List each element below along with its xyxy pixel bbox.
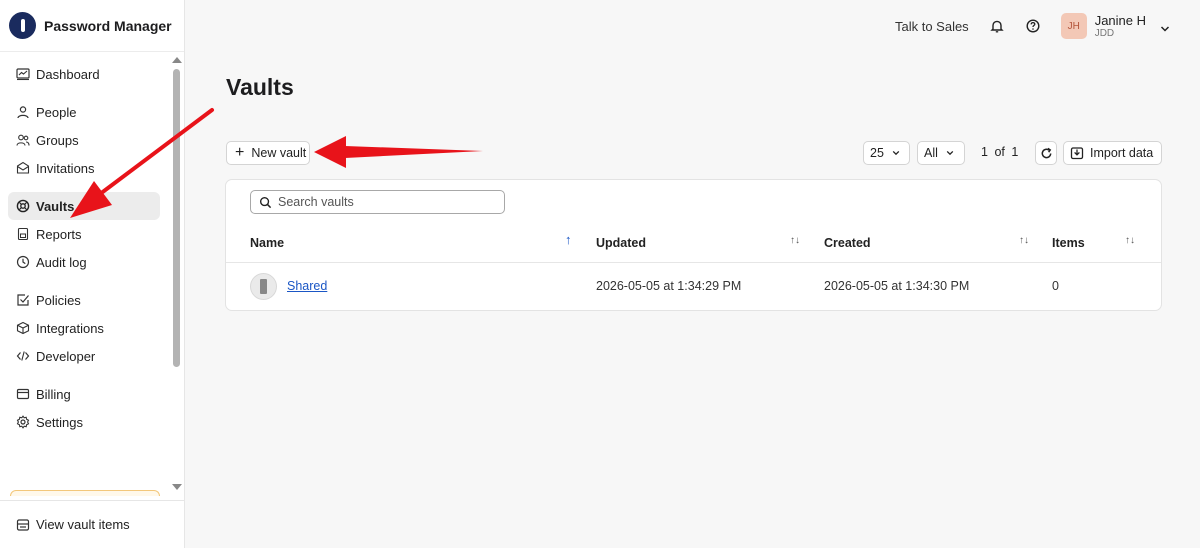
sidebar-item-label: Settings [36, 414, 83, 430]
sidebar-item-reports[interactable]: Reports [8, 220, 160, 248]
annotation-arrow-new-vault [314, 136, 483, 168]
import-data-button[interactable]: Import data [1063, 141, 1162, 165]
pagination: 1 of 1 [981, 145, 1018, 159]
page-title: Vaults [226, 74, 294, 100]
page-size-select[interactable]: 25 [863, 141, 910, 165]
sidebar-item-groups[interactable]: Groups [8, 126, 160, 154]
sidebar-item-people[interactable]: People [8, 98, 160, 126]
view-vault-items-link[interactable]: View vault items [0, 500, 184, 548]
app-name: Password Manager [44, 17, 172, 34]
sidebar-item-audit-log[interactable]: Audit log [8, 248, 160, 276]
sidebar-scrollbar[interactable] [171, 52, 183, 500]
talk-to-sales-link[interactable]: Talk to Sales [895, 19, 969, 34]
sidebar-item-vaults[interactable]: Vaults [8, 192, 160, 220]
chevron-down-icon [892, 150, 900, 156]
column-header-updated[interactable]: Updated [596, 236, 646, 250]
brand[interactable]: Password Manager [0, 0, 184, 52]
user-info[interactable]: Janine H JDD [1095, 13, 1146, 40]
sidebar-item-label: Policies [36, 292, 81, 308]
vault-avatar-icon [250, 273, 277, 300]
vaults-table: Name ↑ Updated ↑↓ Created ↑↓ Items ↑↓ Sh… [225, 179, 1162, 311]
user-org: JDD [1094, 27, 1115, 39]
sidebar-item-dashboard[interactable]: Dashboard [8, 60, 160, 88]
vault-items-icon [16, 518, 30, 531]
sidebar-item-developer[interactable]: Developer [8, 342, 160, 370]
sidebar-item-label: Billing [36, 386, 71, 402]
report-icon [17, 227, 29, 241]
gear-icon [16, 415, 30, 429]
refresh-button[interactable] [1035, 141, 1057, 165]
sidebar-item-label: Integrations [36, 320, 104, 336]
import-icon [1070, 147, 1084, 160]
app-logo-icon [9, 12, 36, 39]
vault-items-count: 0 [1052, 279, 1059, 293]
vault-icon [16, 199, 30, 213]
sidebar-nav: Dashboard People Groups Invitations Vaul… [8, 60, 160, 436]
sort-icon[interactable]: ↑↓ [1019, 235, 1029, 246]
sidebar-item-integrations[interactable]: Integrations [8, 314, 160, 342]
history-icon [16, 255, 30, 269]
sidebar-item-billing[interactable]: Billing [8, 380, 160, 408]
envelope-icon [16, 161, 30, 174]
code-icon [16, 351, 30, 361]
sort-ascending-icon[interactable]: ↑ [565, 232, 572, 247]
page-size-value: 25 [870, 146, 884, 160]
sidebar-item-label: Developer [36, 348, 96, 364]
view-vault-items-label: View vault items [36, 517, 130, 532]
refresh-icon [1041, 147, 1051, 158]
topbar: Talk to Sales JH Janine H JDD [895, 0, 1200, 52]
new-vault-button[interactable]: + New vault [226, 141, 310, 165]
sidebar-item-settings[interactable]: Settings [8, 408, 160, 436]
sidebar-item-label: Reports [36, 226, 82, 242]
total-pages: 1 [1011, 145, 1019, 159]
table-divider [226, 262, 1161, 263]
sidebar-item-label: Groups [36, 132, 79, 148]
groups-icon [16, 134, 30, 146]
column-header-items[interactable]: Items [1052, 236, 1085, 250]
sidebar-item-label: Vaults [36, 198, 75, 214]
bell-icon[interactable] [989, 18, 1005, 34]
search-input[interactable] [278, 195, 498, 209]
plus-icon: + [235, 144, 245, 161]
search-icon [259, 196, 272, 208]
sort-icon[interactable]: ↑↓ [1125, 235, 1135, 246]
column-header-name[interactable]: Name [250, 236, 284, 250]
scroll-up-arrow-icon[interactable] [172, 57, 182, 63]
vault-created: 2026-05-05 at 1:34:30 PM [824, 279, 970, 293]
current-page: 1 [981, 145, 988, 159]
column-header-created[interactable]: Created [824, 236, 871, 250]
sidebar-item-label: People [36, 104, 77, 120]
vault-name-link[interactable]: Shared [287, 279, 327, 293]
sidebar-item-policies[interactable]: Policies [8, 286, 160, 314]
import-data-label: Import data [1090, 146, 1154, 160]
scroll-down-arrow-icon[interactable] [172, 484, 182, 490]
pagination-of: of [994, 145, 1005, 159]
cube-icon [16, 321, 30, 335]
person-icon [17, 106, 29, 119]
dashboard-icon [16, 68, 30, 81]
vault-updated: 2026-05-05 at 1:34:29 PM [596, 279, 742, 293]
chevron-down-icon [946, 150, 954, 156]
sidebar-item-label: Invitations [36, 160, 95, 176]
search-box[interactable] [250, 190, 505, 214]
sidebar-item-label: Audit log [36, 254, 87, 270]
chevron-down-icon[interactable] [1160, 21, 1170, 32]
card-icon [16, 388, 30, 400]
new-vault-label: New vault [251, 146, 307, 160]
scrollbar-thumb[interactable] [173, 69, 180, 367]
sidebar: Password Manager Dashboard People Groups… [0, 0, 185, 548]
avatar[interactable]: JH [1060, 13, 1087, 39]
checkbox-icon [17, 294, 29, 306]
help-icon[interactable] [1025, 18, 1041, 34]
sort-icon[interactable]: ↑↓ [790, 235, 800, 246]
filter-select[interactable]: All [917, 141, 965, 165]
sidebar-item-invitations[interactable]: Invitations [8, 154, 160, 182]
sidebar-item-label: Dashboard [36, 66, 100, 82]
filter-value: All [924, 146, 938, 160]
user-name: Janine H [1094, 12, 1146, 28]
promo-banner-edge [10, 490, 160, 496]
